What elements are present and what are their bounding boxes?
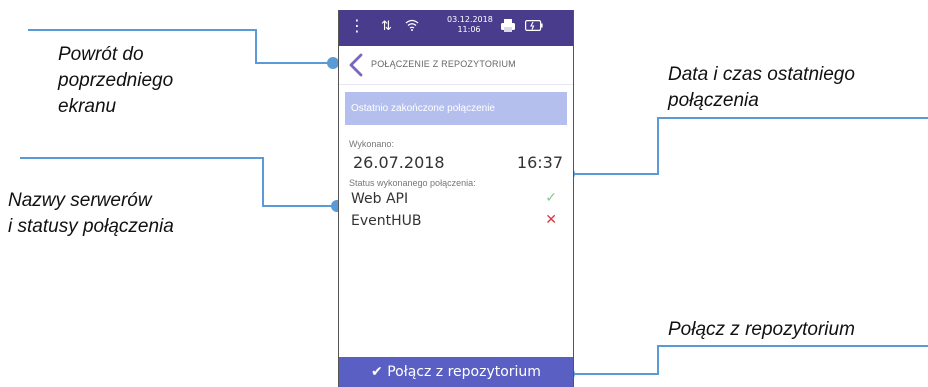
check-icon: ✓ (545, 190, 557, 206)
executed-datetime: 26.07.2018 16:37 (353, 153, 563, 175)
executed-label: Wykonano: (349, 139, 394, 149)
datetime-annotation: Data i czas ostatniego połączenia (668, 62, 928, 114)
annotation-line: Powrót do (58, 44, 144, 65)
battery-icon (525, 20, 543, 35)
status-label: Status wykonanego połączenia: (349, 178, 476, 188)
servers-annotation: Nazwy serwerów i statusy połączenia (8, 188, 268, 240)
server-row: Web API ✓ (351, 190, 557, 210)
last-connection-header: Ostatnio zakończone połączenie (345, 92, 567, 125)
executed-date: 26.07.2018 (353, 153, 445, 172)
connect-annotation: Połącz z repozytorium (668, 319, 855, 340)
annotation-line: połączenia (668, 90, 759, 111)
status-time: 11:06 (457, 25, 481, 34)
annotation-line: Data i czas ostatniego (668, 64, 855, 85)
annotation-line: Nazwy serwerów (8, 190, 152, 211)
transfer-icon: ⇅ (381, 19, 392, 34)
status-bar: ⋮ ⇅ 03.12.2018 11:06 (339, 10, 573, 46)
connect-button[interactable]: ✔ Połącz z repozytorium (339, 357, 573, 387)
title-bar: POŁĄCZENIE Z REPOZYTORIUM (339, 46, 573, 85)
chevron-left-icon (349, 53, 363, 77)
server-name: Web API (351, 191, 409, 207)
page-title: POŁĄCZENIE Z REPOZYTORIUM (371, 59, 516, 69)
device-screen: ⋮ ⇅ 03.12.2018 11:06 POŁĄCZENIE Z REPOZY… (338, 10, 574, 387)
executed-time: 16:37 (516, 153, 563, 172)
annotation-line: poprzedniego (58, 70, 174, 91)
server-row: EventHUB ✕ (351, 212, 557, 232)
printer-icon (499, 17, 517, 37)
server-name: EventHUB (351, 213, 422, 229)
connect-callout-line (570, 345, 928, 375)
annotation-line: i statusy połączenia (8, 216, 174, 237)
annotation-line: ekranu (58, 96, 117, 117)
status-date: 03.12.2018 (447, 15, 493, 24)
datetime-callout-line (570, 117, 928, 175)
back-annotation: Powrót do poprzedniego ekranu (58, 42, 258, 120)
menu-dots-icon[interactable]: ⋮ (349, 18, 365, 34)
wifi-icon (405, 19, 419, 35)
back-button[interactable] (347, 53, 367, 77)
status-datetime: 03.12.2018 11:06 (447, 15, 493, 35)
error-cross-icon: ✕ (545, 212, 557, 228)
